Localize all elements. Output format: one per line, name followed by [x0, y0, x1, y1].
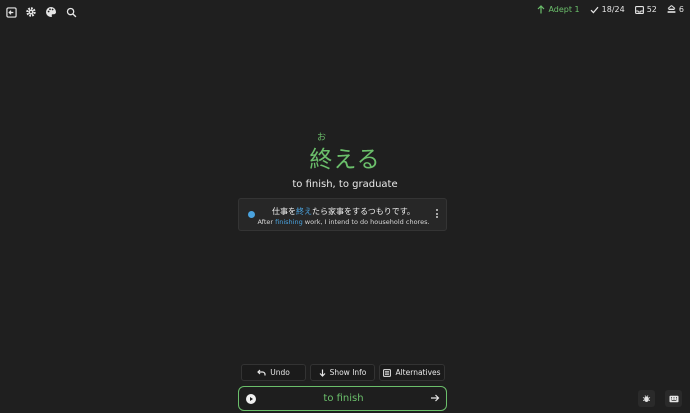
progress-count: 18/24	[601, 5, 625, 14]
palette-icon	[46, 7, 57, 17]
search-icon	[66, 7, 76, 17]
vocab-meaning: to finish, to graduate	[292, 179, 398, 190]
check-icon	[590, 6, 599, 13]
undo-button[interactable]: Undo	[241, 364, 306, 381]
example-en-after: work, I intend to do household chores.	[302, 218, 430, 226]
alternatives-label: Alternatives	[395, 368, 441, 377]
example-jp-before: 仕事を	[272, 207, 297, 216]
example-english: After finishing work, I intend to do hou…	[239, 218, 448, 226]
gear-icon	[26, 7, 36, 17]
reviews-stat: 52	[634, 5, 657, 14]
reviews-count: 52	[646, 5, 657, 14]
vocab-word: 終える	[309, 147, 381, 173]
example-en-before: After	[257, 218, 276, 226]
answer-text: to finish	[323, 393, 364, 404]
arrow-down-icon	[319, 369, 326, 377]
show-info-label: Show Info	[329, 368, 367, 377]
settings-button[interactable]	[24, 5, 38, 19]
example-sentence-card: 仕事を終えたら家事をするつもりです。 After finishing work,…	[238, 198, 447, 231]
top-left-toolbar	[4, 5, 78, 19]
alternatives-button[interactable]: Alternatives	[379, 364, 445, 381]
bug-icon	[642, 395, 651, 402]
search-button[interactable]	[64, 5, 78, 19]
top-bar: Adept 1 18/24 52 6	[0, 0, 690, 22]
lessons-count: 6	[678, 5, 684, 14]
answer-input[interactable]: to finish	[238, 386, 447, 411]
progress-stat: 18/24	[590, 5, 625, 14]
example-jp-after: たら家事をするつもりです。	[312, 207, 415, 216]
theme-button[interactable]	[44, 5, 58, 19]
show-info-button[interactable]: Show Info	[310, 364, 375, 381]
example-jp-highlight: 終え	[296, 207, 313, 216]
keyboard-button[interactable]	[665, 390, 682, 407]
exit-icon	[5, 6, 17, 18]
lessons-stat: 6	[667, 5, 684, 14]
keyboard-icon	[669, 395, 678, 402]
example-en-highlight: finishing	[275, 218, 303, 226]
level-stat[interactable]: Adept 1	[537, 5, 580, 14]
undo-icon	[257, 369, 266, 376]
bug-report-button[interactable]	[638, 390, 655, 407]
list-box-icon	[383, 368, 392, 377]
example-japanese: 仕事を終えたら家事をするつもりです。	[239, 206, 448, 217]
exit-button[interactable]	[4, 5, 18, 19]
arrow-up-icon	[538, 5, 545, 14]
bottom-right-controls	[638, 390, 682, 407]
layers-icon	[667, 5, 676, 13]
undo-label: Undo	[270, 368, 290, 377]
inbox-icon	[634, 5, 644, 14]
top-right-stats: Adept 1 18/24 52 6	[537, 5, 684, 14]
more-options-icon[interactable]	[436, 209, 438, 218]
level-label: Adept 1	[548, 5, 580, 14]
arrow-right-icon[interactable]	[430, 393, 440, 403]
